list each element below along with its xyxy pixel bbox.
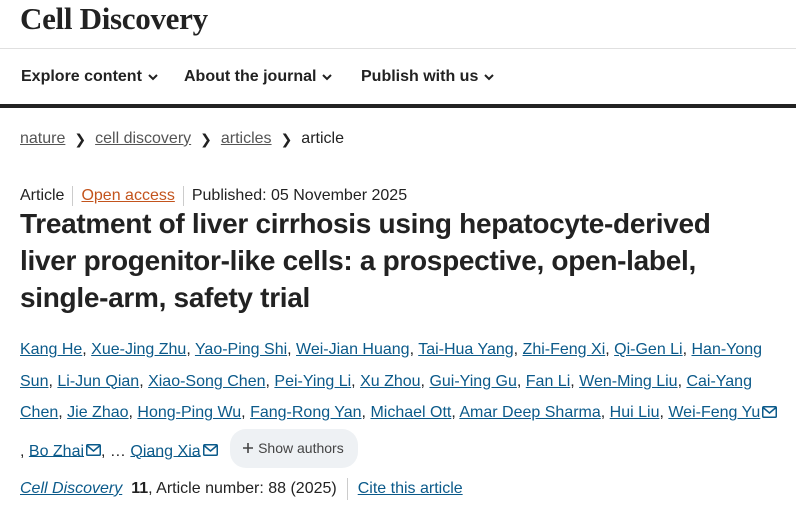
author-link[interactable]: Xu Zhou [360,373,420,390]
author-link[interactable]: Wei-Feng Yu [668,404,760,421]
breadcrumb-nature[interactable]: nature [20,130,65,148]
chevron-right-icon: ❯ [74,130,87,147]
article-number: , Article number: 88 (2025) [148,480,337,497]
show-authors-button[interactable]: Show authors [230,428,358,468]
article-title: Treatment of liver cirrhosis using hepat… [20,208,711,313]
nav-label: About the journal [184,68,317,85]
cite-this-article-link[interactable]: Cite this article [358,480,463,498]
volume: 11 [131,480,149,497]
author-link[interactable]: Fang-Rong Yan [250,404,361,421]
author-link[interactable]: Li-Jun Qian [57,373,139,390]
breadcrumb-articles[interactable]: articles [221,130,272,148]
chevron-right-icon: ❯ [200,130,212,147]
chevron-down-icon [484,74,495,81]
author-link[interactable]: Bo Zhai [29,442,84,459]
breadcrumb-current: article [301,130,344,147]
chevron-down-icon [322,74,333,81]
author-link[interactable]: Hong-Ping Wu [137,404,241,421]
journal-link[interactable]: Cell Discovery [20,480,122,498]
nav-explore-content[interactable]: Explore content [21,68,158,86]
site-header: Cell Discovery [0,0,796,49]
author-link[interactable]: Qiang Xia [130,442,200,459]
nav-label: Explore content [21,68,142,85]
divider [182,186,184,206]
published-date: Published: 05 November 2025 [191,187,408,204]
author-link[interactable]: Pei-Ying Li [274,373,351,390]
divider [346,478,348,500]
author-link[interactable]: Gui-Ying Gu [429,373,516,390]
article-type: Article [20,187,65,204]
journal-logo[interactable]: Cell Discovery [20,1,208,37]
author-link[interactable]: Wei-Jian Huang [296,341,410,358]
author-link[interactable]: Kang He [20,341,82,358]
breadcrumb: nature ❯ cell discovery ❯ articles ❯ art… [20,130,344,148]
main-nav: Explore content About the journal Publis… [0,49,796,108]
author-link[interactable]: Jie Zhao [67,404,128,421]
author-link[interactable]: Tai-Hua Yang [418,341,513,358]
show-authors-label: Show authors [258,439,344,456]
divider [72,186,74,206]
author-link[interactable]: Wen-Ming Liu [579,373,677,390]
author-link[interactable]: Amar Deep Sharma [459,404,600,421]
author-link[interactable]: Xue-Jing Zhu [91,341,186,358]
author-link[interactable]: Hui Liu [610,404,660,421]
nav-about-journal[interactable]: About the journal [184,68,333,86]
author-link[interactable]: Yao-Ping Shi [195,341,287,358]
open-access-link[interactable]: Open access [81,187,174,205]
nav-label: Publish with us [361,68,479,85]
author-ellipsis: … [109,442,126,460]
author-link[interactable]: Michael Ott [370,404,451,421]
citation-row: Cell Discovery 11 , Article number: 88 (… [20,478,463,500]
chevron-right-icon: ❯ [280,130,293,147]
author-link[interactable]: Xiao-Song Chen [148,373,265,390]
mail-icon[interactable] [86,444,102,457]
breadcrumb-cell-discovery[interactable]: cell discovery [95,130,191,148]
author-link[interactable]: Qi-Gen Li [614,341,682,358]
mail-icon[interactable] [762,406,778,418]
author-link[interactable]: Zhi-Feng Xi [523,341,606,358]
nav-publish-with-us[interactable]: Publish with us [361,68,495,86]
author-link[interactable]: Fan Li [526,373,570,390]
author-list: Kang He, Xue-Jing Zhu, Yao-Ping Shi, Wei… [20,334,780,468]
article-meta: Article Open access Published: 05 Novemb… [20,186,407,206]
chevron-down-icon [148,74,158,81]
plus-icon [243,443,254,454]
mail-icon[interactable] [202,444,218,457]
